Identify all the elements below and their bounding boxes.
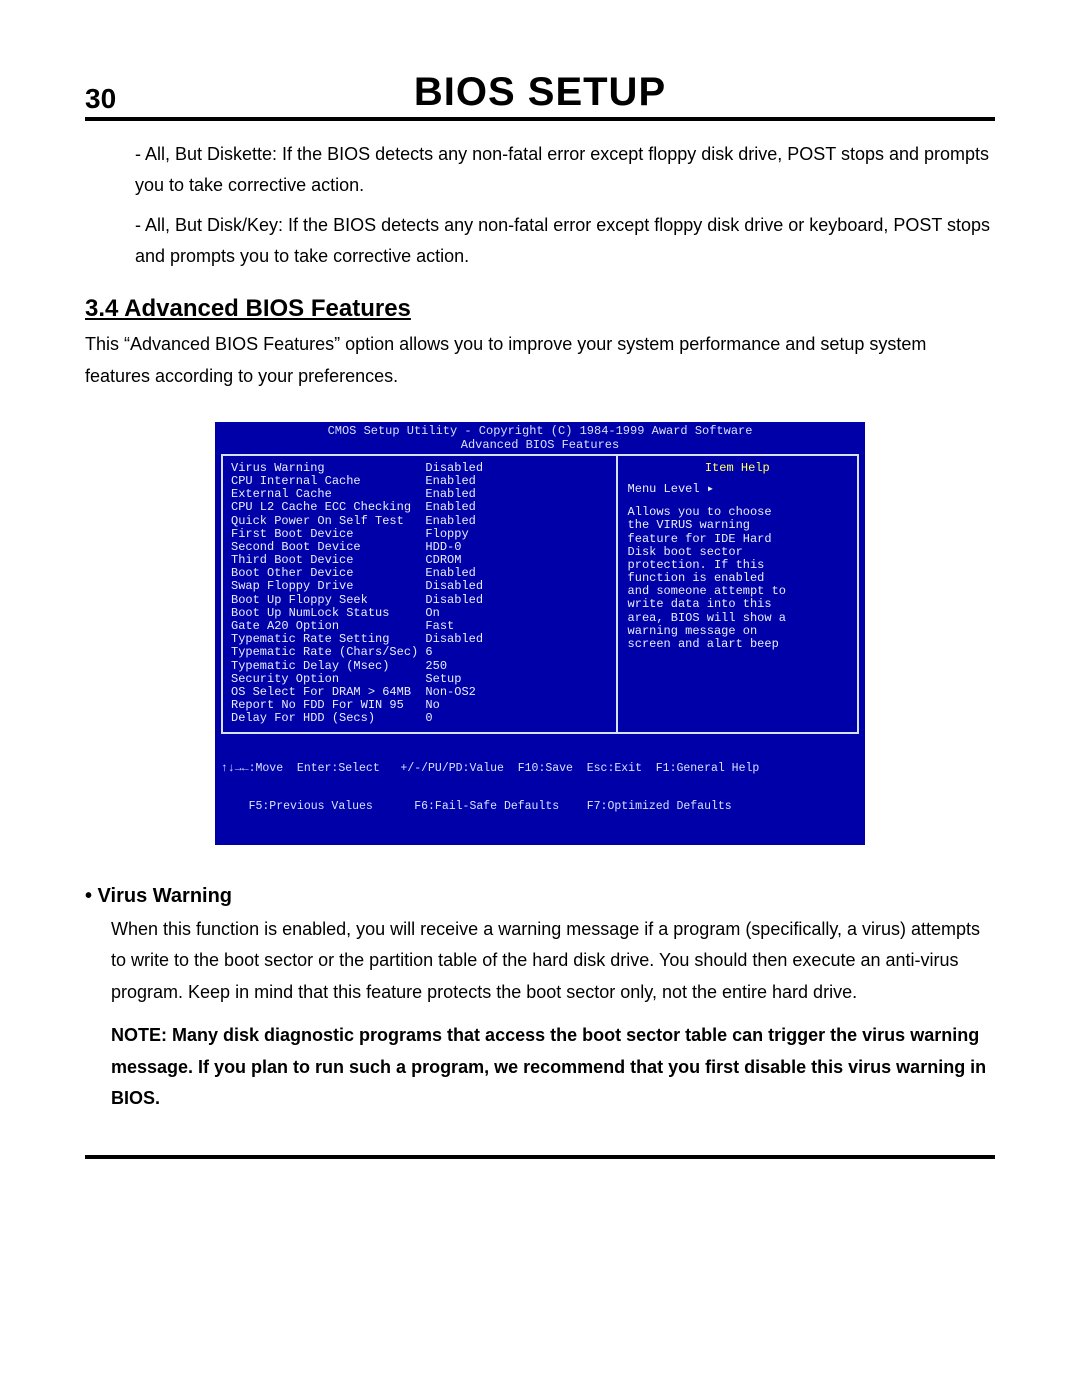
page: 30 BIOS SETUP - All, But Diskette: If th… bbox=[0, 0, 1080, 1397]
bios-screenshot: CMOS Setup Utility - Copyright (C) 1984-… bbox=[215, 422, 865, 844]
bios-help-line: Disk boot sector bbox=[628, 546, 847, 559]
section-intro: This “Advanced BIOS Features” option all… bbox=[85, 329, 995, 392]
bios-help-text: Allows you to choosethe VIRUS warningfea… bbox=[628, 506, 847, 651]
section-heading: 3.4 Advanced BIOS Features bbox=[85, 295, 995, 323]
bios-options-panel: Virus Warning DisabledCPU Internal Cache… bbox=[221, 454, 617, 734]
bios-option-row: Typematic Rate (Chars/Sec) 6 bbox=[231, 646, 608, 659]
bullet-item: - All, But Disk/Key: If the BIOS detects… bbox=[135, 210, 995, 271]
intro-bullets: - All, But Diskette: If the BIOS detects… bbox=[85, 139, 995, 271]
bios-option-row: Quick Power On Self Test Enabled bbox=[231, 515, 608, 528]
virus-body: When this function is enabled, you will … bbox=[85, 914, 995, 1115]
bios-body: Virus Warning DisabledCPU Internal Cache… bbox=[215, 452, 865, 736]
bios-help-line: the VIRUS warning bbox=[628, 519, 847, 532]
bios-header-line2: Advanced BIOS Features bbox=[221, 439, 859, 452]
bios-help-line: feature for IDE Hard bbox=[628, 533, 847, 546]
bios-option-row: Typematic Delay (Msec) 250 bbox=[231, 660, 608, 673]
virus-note: NOTE: Many disk diagnostic programs that… bbox=[111, 1020, 995, 1115]
bios-menu-level: Menu Level ▸ bbox=[628, 483, 847, 496]
bios-help-title: Item Help bbox=[628, 462, 847, 475]
page-title: BIOS SETUP bbox=[145, 70, 935, 115]
bullet-item: - All, But Diskette: If the BIOS detects… bbox=[135, 139, 995, 200]
bios-header: CMOS Setup Utility - Copyright (C) 1984-… bbox=[215, 422, 865, 451]
bios-footer: ↑↓→←:Move Enter:Select +/-/PU/PD:Value F… bbox=[215, 736, 865, 845]
bios-option-row: Virus Warning Disabled bbox=[231, 462, 608, 475]
bios-footer-line1: ↑↓→←:Move Enter:Select +/-/PU/PD:Value F… bbox=[221, 763, 859, 776]
bios-help-line: area, BIOS will show a bbox=[628, 612, 847, 625]
bios-option-row: Security Option Setup bbox=[231, 673, 608, 686]
virus-body-text: When this function is enabled, you will … bbox=[111, 914, 995, 1009]
bios-option-row: CPU L2 Cache ECC Checking Enabled bbox=[231, 501, 608, 514]
bios-option-row: Boot Up Floppy Seek Disabled bbox=[231, 594, 608, 607]
bios-option-row: First Boot Device Floppy bbox=[231, 528, 608, 541]
bios-help-line: write data into this bbox=[628, 598, 847, 611]
bios-header-line1: CMOS Setup Utility - Copyright (C) 1984-… bbox=[221, 425, 859, 438]
bios-help-line: screen and alart beep bbox=[628, 638, 847, 651]
footer-rule bbox=[85, 1155, 995, 1159]
bios-option-row: Swap Floppy Drive Disabled bbox=[231, 580, 608, 593]
page-header: 30 BIOS SETUP bbox=[85, 70, 995, 121]
virus-heading: • Virus Warning bbox=[85, 885, 995, 908]
page-number: 30 bbox=[85, 83, 145, 115]
bios-option-row: Delay For HDD (Secs) 0 bbox=[231, 712, 608, 725]
bios-help-panel: Item Help Menu Level ▸ Allows you to cho… bbox=[617, 454, 859, 734]
bios-footer-line2: F5:Previous Values F6:Fail-Safe Defaults… bbox=[221, 801, 859, 814]
